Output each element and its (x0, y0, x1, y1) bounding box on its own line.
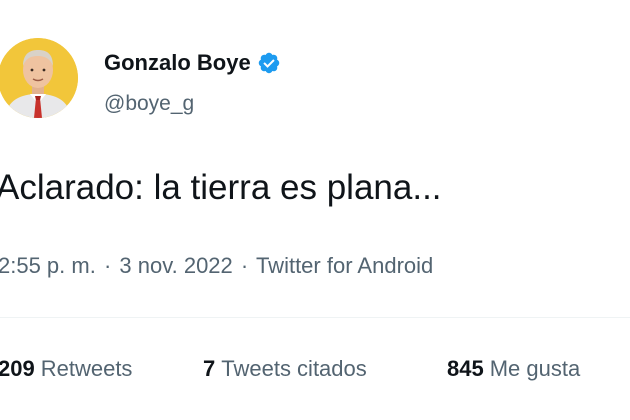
retweets-count: 209 (0, 356, 35, 381)
tweet-time[interactable]: 2:55 p. m. (0, 253, 96, 278)
retweets-label: Retweets (40, 356, 133, 381)
tweet-card: Gonzalo Boye @boye_g Aclarado: la tierra… (0, 0, 630, 420)
likes-stat[interactable]: 845 Me gusta (447, 355, 580, 383)
tweet-text: Aclarado: la tierra es plana... (0, 168, 442, 207)
likes-label: Me gusta (489, 356, 581, 381)
verified-badge-icon (257, 51, 281, 75)
tweet-meta: 2:55 p. m. · 3 nov. 2022 · Twitter for A… (0, 252, 433, 280)
author-handle[interactable]: @boye_g (104, 92, 194, 116)
author-name-row[interactable]: Gonzalo Boye (104, 50, 281, 76)
author-display-name[interactable]: Gonzalo Boye (104, 50, 251, 76)
quote-tweets-stat[interactable]: 7 Tweets citados (203, 355, 447, 383)
divider (0, 317, 630, 318)
tweet-date[interactable]: 3 nov. 2022 (119, 253, 232, 278)
meta-separator: · (103, 253, 112, 278)
avatar-illustration-icon (0, 38, 78, 118)
likes-count: 845 (447, 356, 484, 381)
tweet-stats: 209 Retweets 7 Tweets citados 845 Me gus… (0, 355, 580, 383)
avatar[interactable] (0, 38, 78, 118)
quote-tweets-count: 7 (203, 356, 216, 381)
retweets-stat[interactable]: 209 Retweets (0, 355, 203, 383)
tweet-source[interactable]: Twitter for Android (256, 253, 433, 278)
meta-separator: · (240, 253, 249, 278)
quote-tweets-label: Tweets citados (221, 356, 367, 381)
